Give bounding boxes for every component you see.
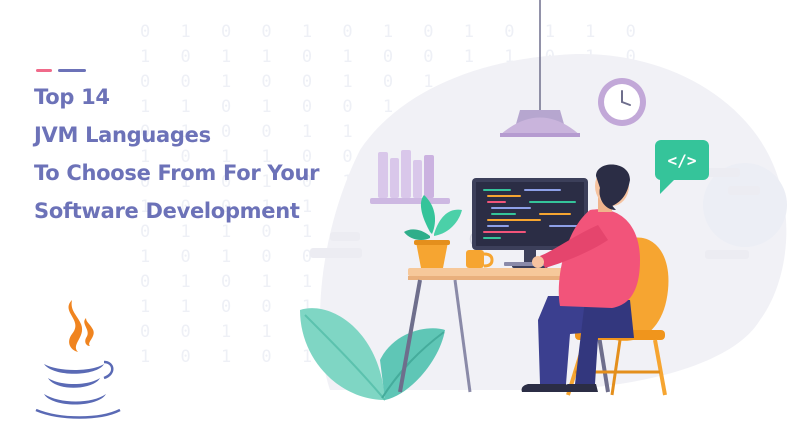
headline-line: To Choose From For Your xyxy=(34,161,320,185)
java-logo-icon xyxy=(35,300,121,419)
banner: 0 1 0 0 1 0 1 0 1 0 1 1 0 0 1 0 1 0 1 0 … xyxy=(0,0,800,440)
accent-line-pink xyxy=(36,69,52,72)
headline: Top 14 JVM Languages To Choose From For … xyxy=(34,78,320,230)
wall-clock-icon xyxy=(598,78,646,126)
code-icon: </> xyxy=(668,151,697,170)
headline-line: JVM Languages xyxy=(34,123,211,147)
accent-line-purple xyxy=(58,69,86,72)
headline-line: Software Development xyxy=(34,199,300,223)
headline-line: Top 14 xyxy=(34,85,110,109)
